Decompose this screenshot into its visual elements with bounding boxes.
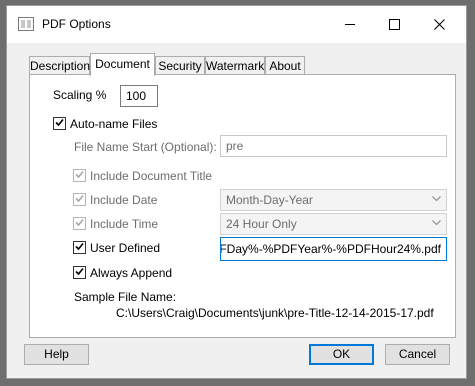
checkmark-icon xyxy=(75,267,84,276)
checkmark-icon xyxy=(75,194,84,203)
include-time-label: Include Time xyxy=(90,217,159,231)
filename-start-input[interactable]: pre xyxy=(220,135,447,157)
checkmark-icon xyxy=(75,170,84,179)
title-bar: PDF Options xyxy=(7,6,466,43)
include-title-checkbox[interactable] xyxy=(73,169,86,182)
tab-security[interactable]: Security xyxy=(155,56,205,75)
chevron-down-icon xyxy=(432,196,441,202)
cancel-button[interactable]: Cancel xyxy=(385,344,450,365)
user-defined-input[interactable]: %PDFDay%-%PDFYear%-%PDFHour24%.pdf xyxy=(220,237,447,261)
tab-document[interactable]: Document xyxy=(90,53,155,76)
include-date-label: Include Date xyxy=(90,193,158,207)
always-append-label: Always Append xyxy=(90,266,173,280)
pdf-options-dialog: PDF Options Description Document Securit… xyxy=(6,5,467,379)
include-time-checkbox[interactable] xyxy=(73,217,86,230)
sample-filename-label: Sample File Name: xyxy=(74,290,177,304)
sample-filename-value: C:\Users\Craig\Documents\junk\pre-Title-… xyxy=(116,306,434,320)
time-format-value: 24 Hour Only xyxy=(226,217,297,231)
close-button[interactable] xyxy=(417,6,462,43)
include-title-label: Include Document Title xyxy=(90,169,213,183)
close-icon xyxy=(434,19,445,30)
autoname-label: Auto-name Files xyxy=(70,117,158,131)
filename-start-label: File Name Start (Optional): xyxy=(74,140,217,154)
always-append-checkbox[interactable] xyxy=(73,266,86,279)
tab-about[interactable]: About xyxy=(265,56,305,75)
maximize-button[interactable] xyxy=(372,6,417,43)
scaling-label: Scaling % xyxy=(53,88,107,102)
autoname-checkbox[interactable] xyxy=(53,117,66,130)
time-format-select[interactable]: 24 Hour Only xyxy=(220,213,447,235)
checkmark-icon xyxy=(55,118,64,127)
maximize-icon xyxy=(389,19,400,30)
date-format-select[interactable]: Month-Day-Year xyxy=(220,189,447,211)
user-defined-label: User Defined xyxy=(90,241,161,255)
scaling-input[interactable]: 100 xyxy=(120,85,158,107)
tab-description[interactable]: Description xyxy=(29,56,90,75)
ok-button[interactable]: OK xyxy=(309,344,374,365)
checkmark-icon xyxy=(75,218,84,227)
chevron-down-icon xyxy=(432,220,441,226)
help-button[interactable]: Help xyxy=(24,344,89,365)
document-tab-panel: Scaling % 100 Auto-name Files File Name … xyxy=(29,74,456,338)
minimize-icon xyxy=(344,24,355,25)
user-defined-checkbox[interactable] xyxy=(73,241,86,254)
minimize-button[interactable] xyxy=(327,6,372,43)
user-defined-value: %PDFDay%-%PDFYear%-%PDFHour24%.pdf xyxy=(220,242,441,256)
tab-watermark[interactable]: Watermark xyxy=(205,56,265,75)
date-format-value: Month-Day-Year xyxy=(226,193,313,207)
checkmark-icon xyxy=(75,242,84,251)
include-date-checkbox[interactable] xyxy=(73,193,86,206)
window-title: PDF Options xyxy=(42,17,111,31)
app-icon xyxy=(18,17,34,31)
